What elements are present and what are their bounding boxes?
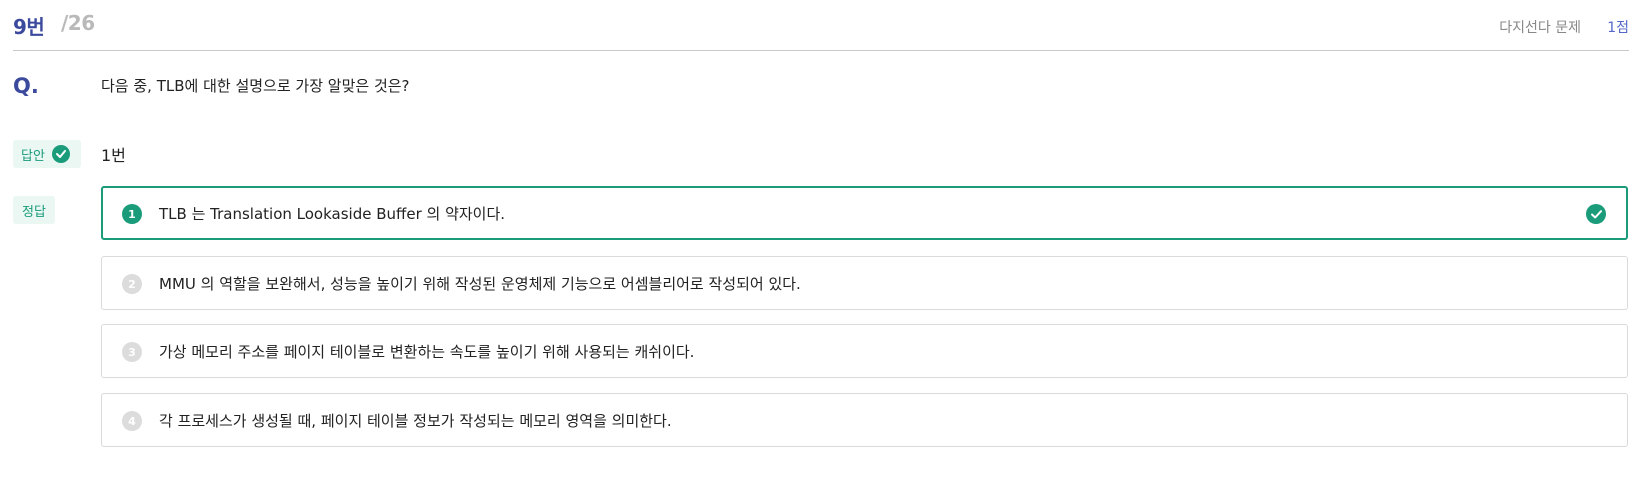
question-type: 다지선다 문제 [1499,20,1581,36]
option-4[interactable]: 4 각 프로세스가 생성될 때, 페이지 테이블 정보가 작성되는 메모리 영역… [101,393,1628,447]
option-3[interactable]: 3 가상 메모리 주소를 페이지 테이블로 변환하는 속도를 높이기 위해 사용… [101,324,1628,378]
answer-chip: 답안 [13,140,81,168]
option-number-badge: 1 [122,204,142,224]
answer-chip-label: 답안 [21,148,45,164]
option-number-badge: 2 [122,274,142,294]
correct-answer-label: 정답 [22,204,46,220]
option-text: TLB 는 Translation Lookaside Buffer 의 약자이… [159,205,506,223]
quiz-result-page: 9번 /26 다지선다 문제 1점 Q. 다음 중, TLB에 대한 설명으로 … [0,0,1642,488]
option-1[interactable]: 1 TLB 는 Translation Lookaside Buffer 의 약… [101,186,1628,240]
correct-answer-chip: 정답 [13,196,55,224]
option-2[interactable]: 2 MMU 의 역할을 보완해서, 성능을 높이기 위해 작성된 운영체제 기능… [101,256,1628,310]
check-circle-icon [1586,204,1606,224]
question-label: Q. [13,74,39,98]
option-text: 각 프로세스가 생성될 때, 페이지 테이블 정보가 작성되는 메모리 영역을 … [159,412,672,430]
answer-value: 1번 [101,146,126,165]
option-text: 가상 메모리 주소를 페이지 테이블로 변환하는 속도를 높이기 위해 사용되는… [159,343,695,361]
option-text: MMU 의 역할을 보완해서, 성능을 높이기 위해 작성된 운영체제 기능으로… [159,275,801,293]
question-text: 다음 중, TLB에 대한 설명으로 가장 알맞은 것은? [101,77,410,95]
question-header: 9번 /26 다지선다 문제 1점 [13,0,1629,51]
question-total: /26 [61,11,95,35]
option-number-badge: 4 [122,411,142,431]
check-circle-icon [51,145,70,163]
option-number-badge: 3 [122,342,142,362]
question-number: 9번 [13,15,45,39]
question-points: 1점 [1607,20,1629,36]
